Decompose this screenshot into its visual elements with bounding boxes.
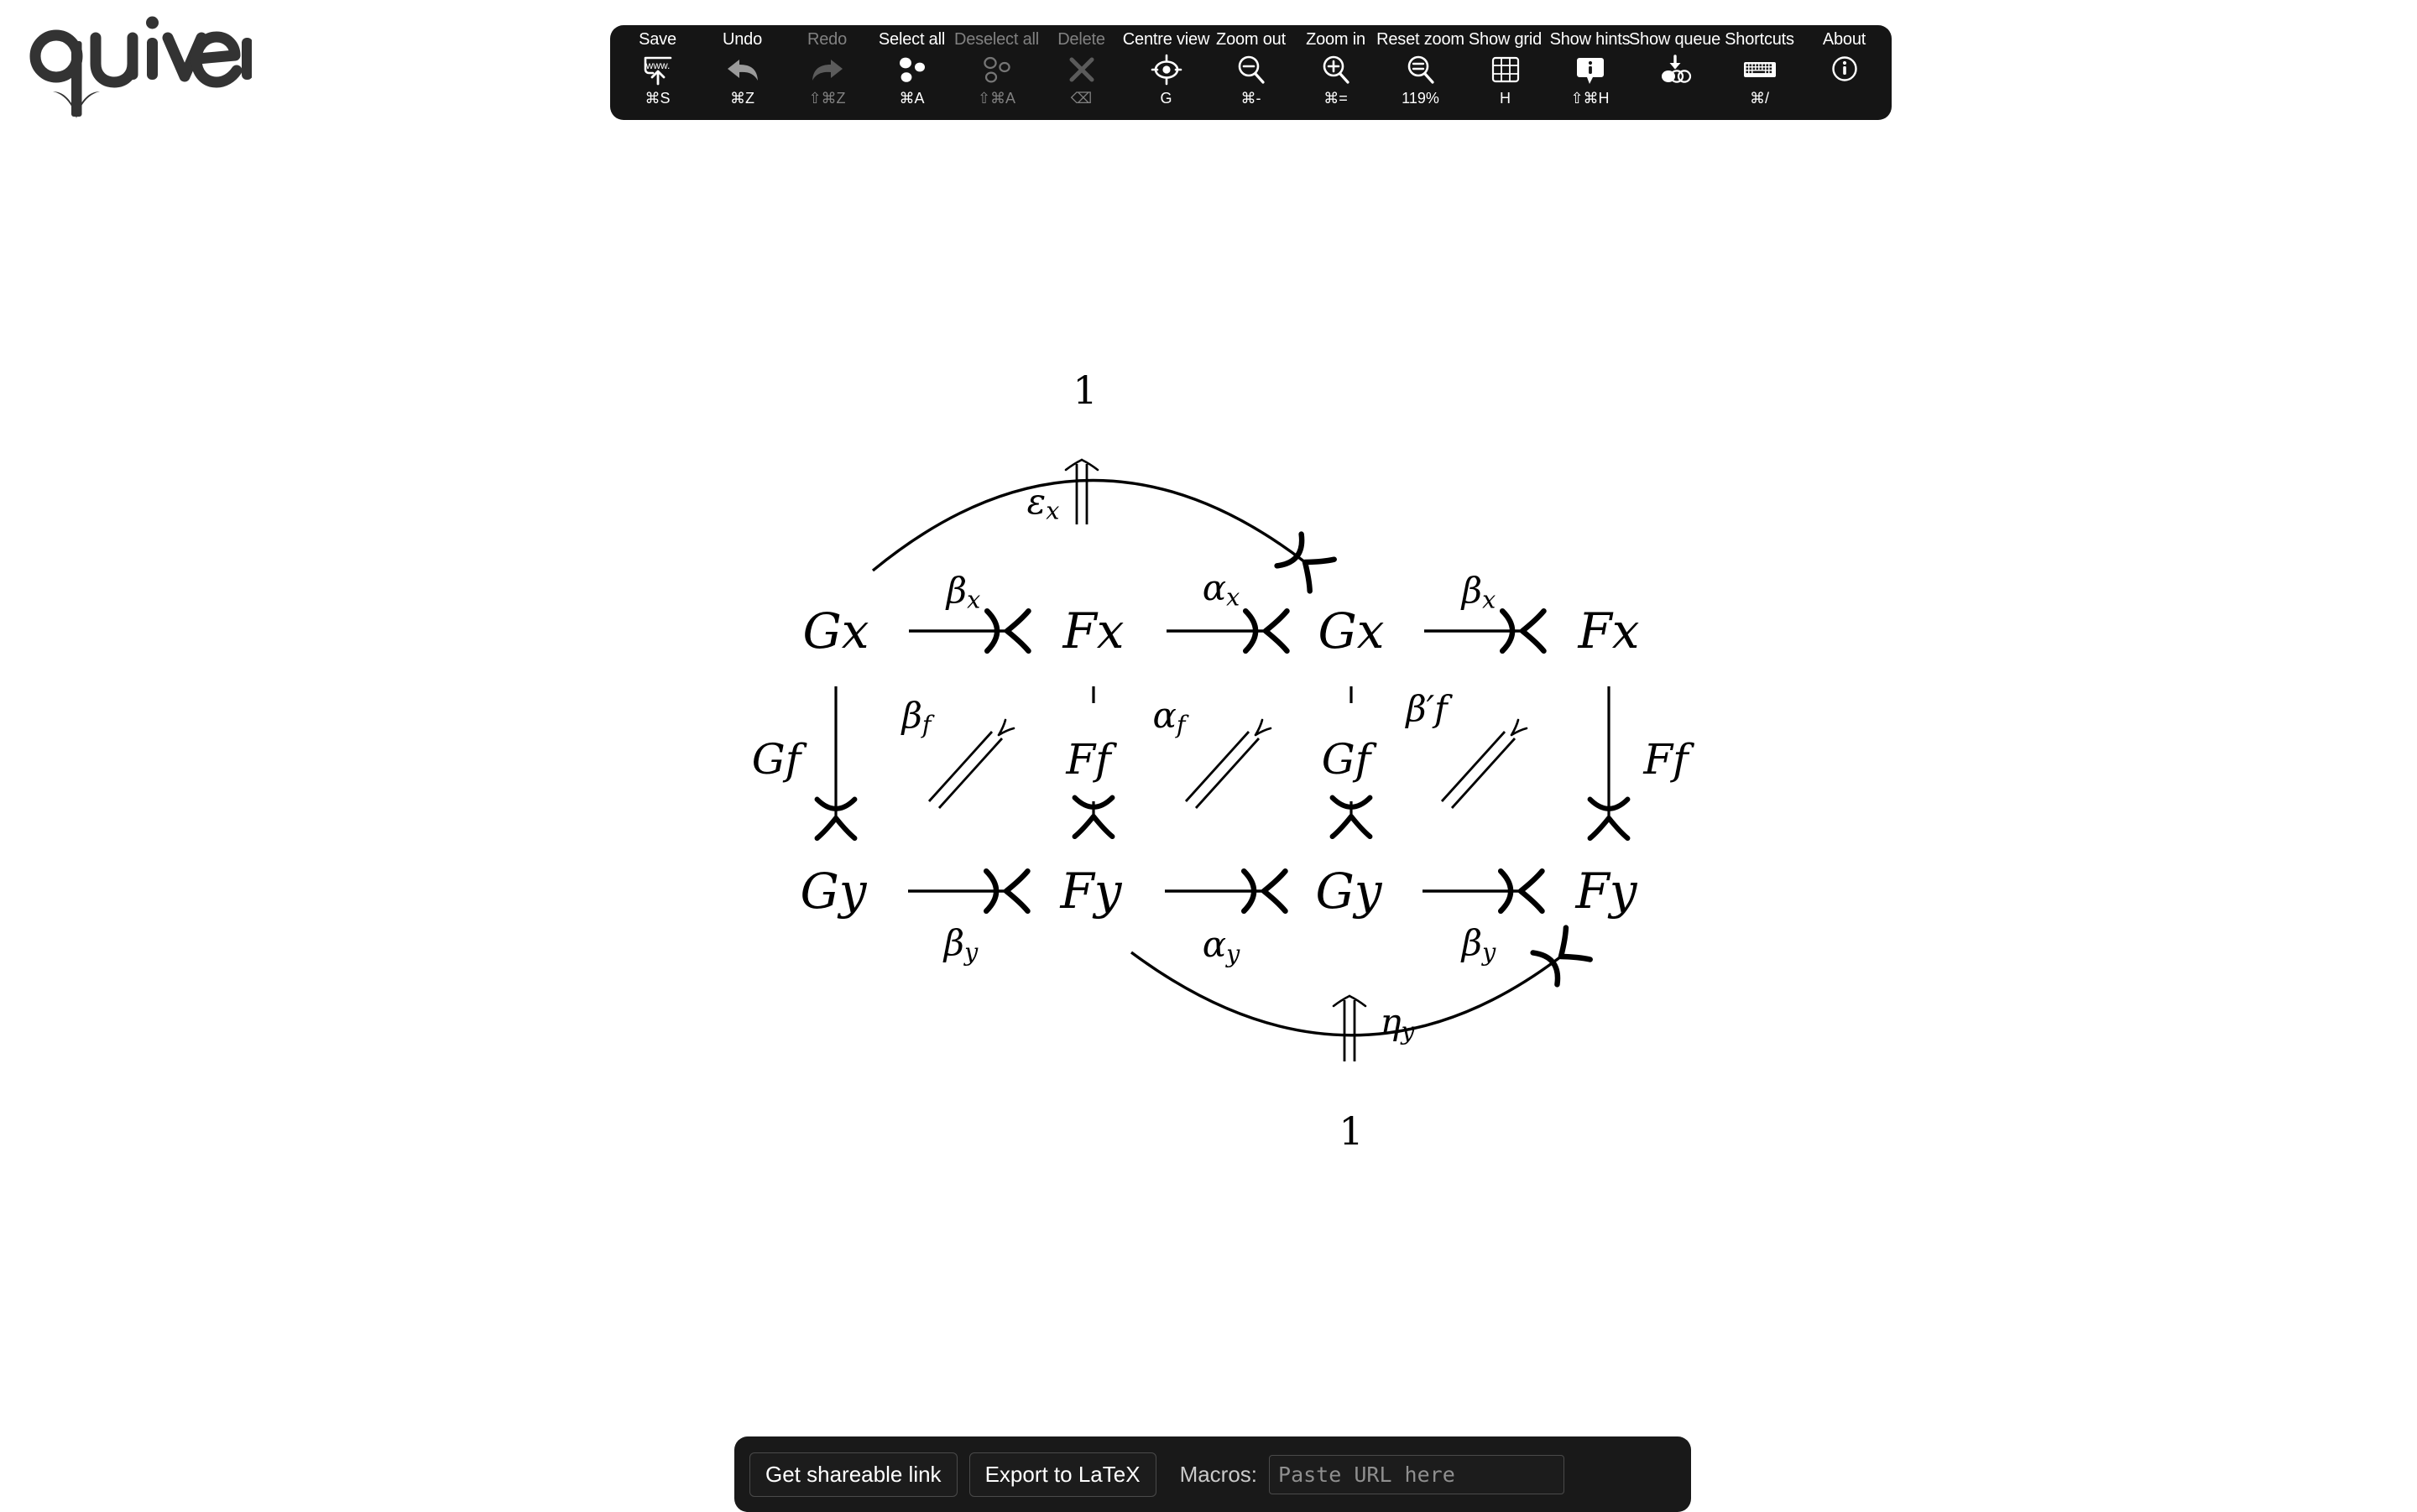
two-cell-label-epsilon[interactable]: εx — [1027, 484, 1060, 523]
edge-label-sub: y — [1226, 939, 1240, 967]
edge-label[interactable]: Gf — [752, 738, 801, 780]
diagram-canvas[interactable]: Gx Fx Gx Fx Gy Fy Gy Fy βx αx βx βy αy β… — [0, 0, 2417, 1510]
edge-label[interactable]: βy — [1462, 925, 1496, 964]
edge-label[interactable]: βy — [944, 925, 978, 964]
arc-identity-label-top[interactable]: 1 — [1073, 371, 1097, 409]
diagram-node[interactable]: Fx — [1063, 607, 1125, 655]
diagram-node[interactable]: Gy — [800, 867, 866, 915]
two-cell-label[interactable]: αf — [1153, 698, 1186, 737]
edge-label[interactable]: Gf — [1322, 738, 1370, 780]
edge-label[interactable]: Ff — [1643, 738, 1688, 780]
export-to-latex-button[interactable]: Export to LaTeX — [969, 1452, 1156, 1497]
edge-label-main: β — [944, 922, 964, 963]
macros-label: Macros: — [1180, 1462, 1257, 1488]
edge-label-main: β — [1462, 570, 1482, 611]
diagram-node[interactable]: Fy — [1060, 867, 1121, 915]
two-cell-label[interactable]: βf — [902, 698, 932, 737]
edge-label-sub: x — [1226, 582, 1240, 611]
diagram-node[interactable]: Fx — [1579, 607, 1640, 655]
arc-identity-label-bottom[interactable]: 1 — [1339, 1112, 1363, 1150]
get-shareable-link-button[interactable]: Get shareable link — [749, 1452, 958, 1497]
edge-label[interactable]: αy — [1203, 927, 1240, 966]
edge-label-main: β — [1462, 922, 1482, 963]
two-cell-label-main: ε — [1027, 481, 1047, 522]
edge-label-main: α — [1203, 924, 1226, 965]
diagram-node[interactable]: Fy — [1575, 867, 1637, 915]
two-cell-label[interactable]: β′f — [1406, 691, 1447, 727]
edge-label-sub: y — [1482, 937, 1496, 966]
two-cell-label-main: α — [1153, 695, 1177, 736]
two-cell-label-eta[interactable]: ηy — [1380, 1004, 1414, 1043]
two-cell-label-main: η — [1380, 1001, 1401, 1042]
two-cell-label-sub: y — [1402, 1016, 1415, 1045]
edge-label[interactable]: αx — [1203, 571, 1240, 609]
edge-label[interactable]: βx — [947, 573, 980, 612]
edge-label-sub: x — [1482, 585, 1496, 613]
diagram-node[interactable]: Gx — [1318, 607, 1384, 655]
diagram-node[interactable]: Gx — [802, 607, 869, 655]
edge-label-sub: y — [964, 937, 978, 966]
diagram-node[interactable]: Gy — [1315, 867, 1381, 915]
bottom-panel: Get shareable link Export to LaTeX Macro… — [734, 1436, 1691, 1512]
edge-label-main: β — [947, 570, 967, 611]
macros-url-input[interactable] — [1269, 1455, 1564, 1494]
two-cell-label-sub: f — [922, 710, 932, 738]
two-cell-label-main: β — [902, 695, 922, 736]
edge-label[interactable]: Ff — [1066, 738, 1110, 780]
two-cell-label-sub: f — [1177, 710, 1186, 738]
two-cell-label-sub: x — [1046, 496, 1059, 524]
edge-label-main: α — [1203, 567, 1226, 608]
diagram-arrows — [0, 0, 2417, 1510]
edge-label[interactable]: βx — [1462, 573, 1496, 612]
edge-label-sub: x — [967, 585, 980, 613]
